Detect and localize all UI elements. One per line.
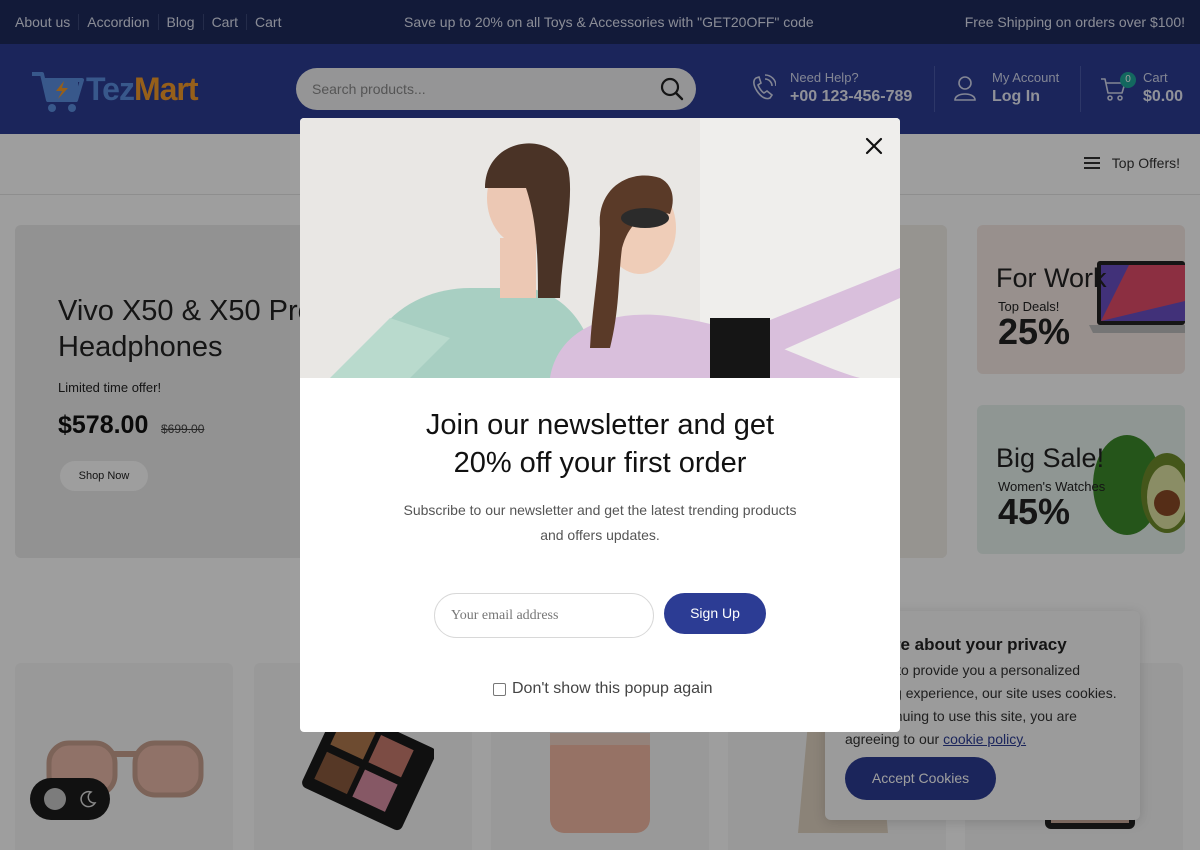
dont-show-checkbox[interactable]: Don't show this popup again: [493, 680, 713, 698]
dont-show-label: Don't show this popup again: [512, 680, 713, 697]
sign-up-button[interactable]: Sign Up: [664, 593, 766, 634]
newsletter-modal: Join our newsletter and get 20% off your…: [300, 118, 900, 732]
checkbox-icon[interactable]: [493, 682, 506, 696]
modal-title-line1: Join our newsletter and get: [425, 409, 775, 441]
modal-title-line2: 20% off your first order: [453, 447, 747, 479]
email-field[interactable]: Your email address: [434, 593, 654, 638]
models-photo: [300, 118, 900, 378]
close-icon[interactable]: [862, 134, 886, 158]
modal-title: Join our newsletter and get 20% off your…: [300, 406, 900, 482]
modal-subtitle: Subscribe to our newsletter and get the …: [403, 502, 797, 543]
